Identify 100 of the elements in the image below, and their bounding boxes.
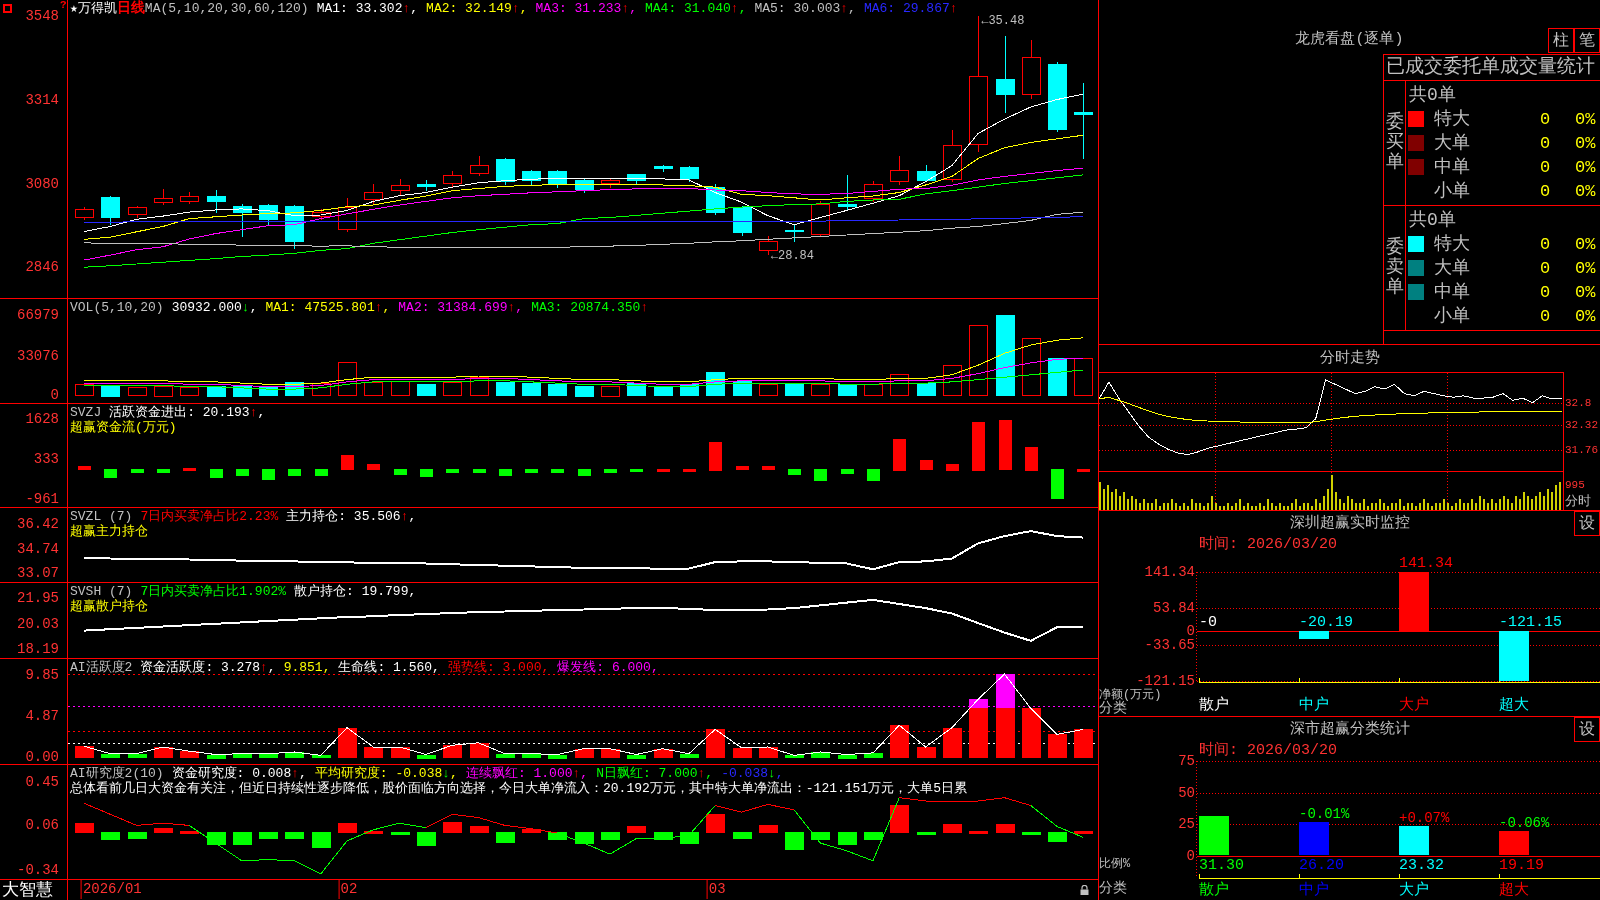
bar-value-label: 19.19 <box>1499 858 1544 873</box>
category-label: 大户 <box>1399 698 1429 713</box>
axis-tick-label: 25 <box>1178 817 1195 831</box>
indicator-value: 连续飘红: 1.000↑, <box>465 766 589 781</box>
date-axis-label: 03 <box>706 880 726 899</box>
indicator-params: SVZJ <box>70 405 102 420</box>
indicator-value: -0.038↓, <box>721 766 784 781</box>
brand-logo-text: 大智慧 <box>2 882 53 899</box>
panel-title: 分时走势 <box>1319 351 1380 366</box>
axis-tick-label: 4.87 <box>25 709 59 724</box>
axis-tick-label: 141.34 <box>1144 565 1195 579</box>
order-size-label: 小单 <box>1434 307 1471 325</box>
order-share: 0% <box>1575 307 1596 325</box>
indicator-value: 30932.000↓, <box>171 300 258 315</box>
category-label: 大户 <box>1399 883 1429 898</box>
indicator-value: MA6: 29.867↑ <box>863 1 958 16</box>
axis-tick-label: 33.07 <box>17 565 59 580</box>
bar-value-label: 23.32 <box>1399 858 1444 873</box>
order-total: 共0单 <box>1409 85 1456 104</box>
indicator-value: 主力持仓: 35.506↑, <box>286 509 417 524</box>
order-count: 0 <box>1538 307 1552 325</box>
axis-tick-label: 9.85 <box>25 667 59 682</box>
axis-tick-label: 3548 <box>25 9 59 24</box>
indicator-params: SVSH (7) <box>70 584 133 599</box>
axis-tick-label: 1628 <box>25 412 59 427</box>
indicator-subtitle: 超赢主力持仓 <box>70 524 148 539</box>
indicator-params: AI研究度2(10) <box>70 766 164 781</box>
indicator-params: VOL(5,10,20) <box>70 300 164 315</box>
order-share: 0% <box>1575 259 1596 277</box>
order-count: 0 <box>1538 134 1552 152</box>
axis-title: 比例% <box>1099 858 1131 870</box>
order-share: 0% <box>1575 134 1596 152</box>
indicator-value: MA3: 31.233↑, <box>535 1 637 16</box>
order-size-label: 大单 <box>1434 259 1471 277</box>
chart-date: 时间: 2026/03/20 <box>1199 743 1338 758</box>
axis-tick-label: 3314 <box>25 92 59 107</box>
axis-tick-label: 32.8 <box>1565 397 1592 409</box>
indicator-value: 生命线: 1.560, <box>338 660 440 675</box>
bar-value-label: -121.15 <box>1499 614 1562 630</box>
axis-tick-label: 53.84 <box>1153 601 1195 616</box>
change-label: -0.06% <box>1499 816 1550 831</box>
category-label: 超大 <box>1499 698 1529 713</box>
indicator-value: MA1: 47525.801↑, <box>265 300 391 315</box>
indicator-value: 平均研究度: -0.038↓, <box>314 766 458 781</box>
panel-title: 龙虎看盘(逐单) <box>1295 32 1404 47</box>
order-count: 0 <box>1538 283 1552 301</box>
group-label: 委买单 <box>1385 113 1404 173</box>
order-share: 0% <box>1575 182 1596 200</box>
indicator-value: 7日内买卖净占比2.23% <box>140 509 279 524</box>
axis-tick-label: 0.00 <box>25 750 59 765</box>
order-size-label: 中单 <box>1434 283 1471 301</box>
order-total: 共0单 <box>1409 210 1456 229</box>
group-label: 委卖单 <box>1385 238 1404 298</box>
axis-tick-label: 18.19 <box>17 642 59 657</box>
axis-tick-label: 0 <box>50 388 59 403</box>
order-count: 0 <box>1538 158 1552 176</box>
axis-title: 分类 <box>1099 701 1127 715</box>
period-label: 日线 <box>116 1 145 16</box>
axis-tick-label: 0.06 <box>25 818 59 833</box>
indicator-value: MA3: 20874.350↑ <box>531 300 649 315</box>
order-count: 0 <box>1538 235 1552 253</box>
bar-value-label: -0 <box>1199 614 1217 630</box>
axis-tick-label: 0 <box>1186 848 1195 863</box>
axis-tick-label: 20.03 <box>17 617 59 632</box>
change-label: -0.01% <box>1299 807 1350 822</box>
time-label: 分时 <box>1565 495 1591 508</box>
order-count: 0 <box>1538 259 1552 277</box>
indicator-subtitle: 超赢资金流(万元) <box>70 420 177 435</box>
order-count: 0 <box>1538 182 1552 200</box>
date-axis-label: 02 <box>338 880 358 899</box>
indicator-value: MA2: 32.149↑, <box>426 1 528 16</box>
bar-value-label: 141.34 <box>1399 556 1453 571</box>
change-label: +0.07% <box>1399 811 1450 826</box>
stock-title: ★万得凯 <box>70 1 117 16</box>
indicator-value: 爆发线: 6.000, <box>557 660 659 675</box>
axis-tick-label: 333 <box>33 452 59 467</box>
analysis-text: 总体看前几日大资金有关注，但近日持续性逐步降低，股价面临方向选择，今日大单净流入：20.192万元，其中特大单净流出：-121.151万元，大单5日累 <box>70 781 968 797</box>
indicator-value: 资金研究度: 0.008↑, <box>171 766 307 781</box>
indicator-subtitle: 超赢散户持仓 <box>70 599 148 614</box>
axis-tick-label: 31.76 <box>1565 445 1598 457</box>
indicator-value: 资金活跃度: 3.278↑, <box>140 660 276 675</box>
order-share: 0% <box>1575 235 1596 253</box>
bar-value-label: 31.30 <box>1199 858 1244 873</box>
indicator-value: 9.851, <box>283 660 331 675</box>
axis-tick-label: -121.15 <box>1136 674 1195 688</box>
axis-tick-label: 2846 <box>25 260 59 275</box>
order-share: 0% <box>1575 283 1596 301</box>
bar-value-label: 26.20 <box>1299 858 1344 873</box>
category-label: 中户 <box>1299 883 1329 898</box>
price-extreme-label: ←28.84 <box>770 249 814 262</box>
order-count: 0 <box>1538 110 1552 128</box>
axis-tick-label: 21.95 <box>17 590 59 605</box>
bar-value-label: -20.19 <box>1299 614 1353 630</box>
axis-tick-label: -961 <box>25 492 59 507</box>
indicator-value: MA4: 31.040↑, <box>645 1 747 16</box>
panel-title: 深市超赢分类统计 <box>1289 721 1410 737</box>
order-share: 0% <box>1575 158 1596 176</box>
price-extreme-label: ←35.48 <box>981 15 1025 28</box>
axis-tick-label: 33076 <box>17 348 59 363</box>
indicator-value: 活跃资金进出: 20.193↑, <box>109 405 266 420</box>
